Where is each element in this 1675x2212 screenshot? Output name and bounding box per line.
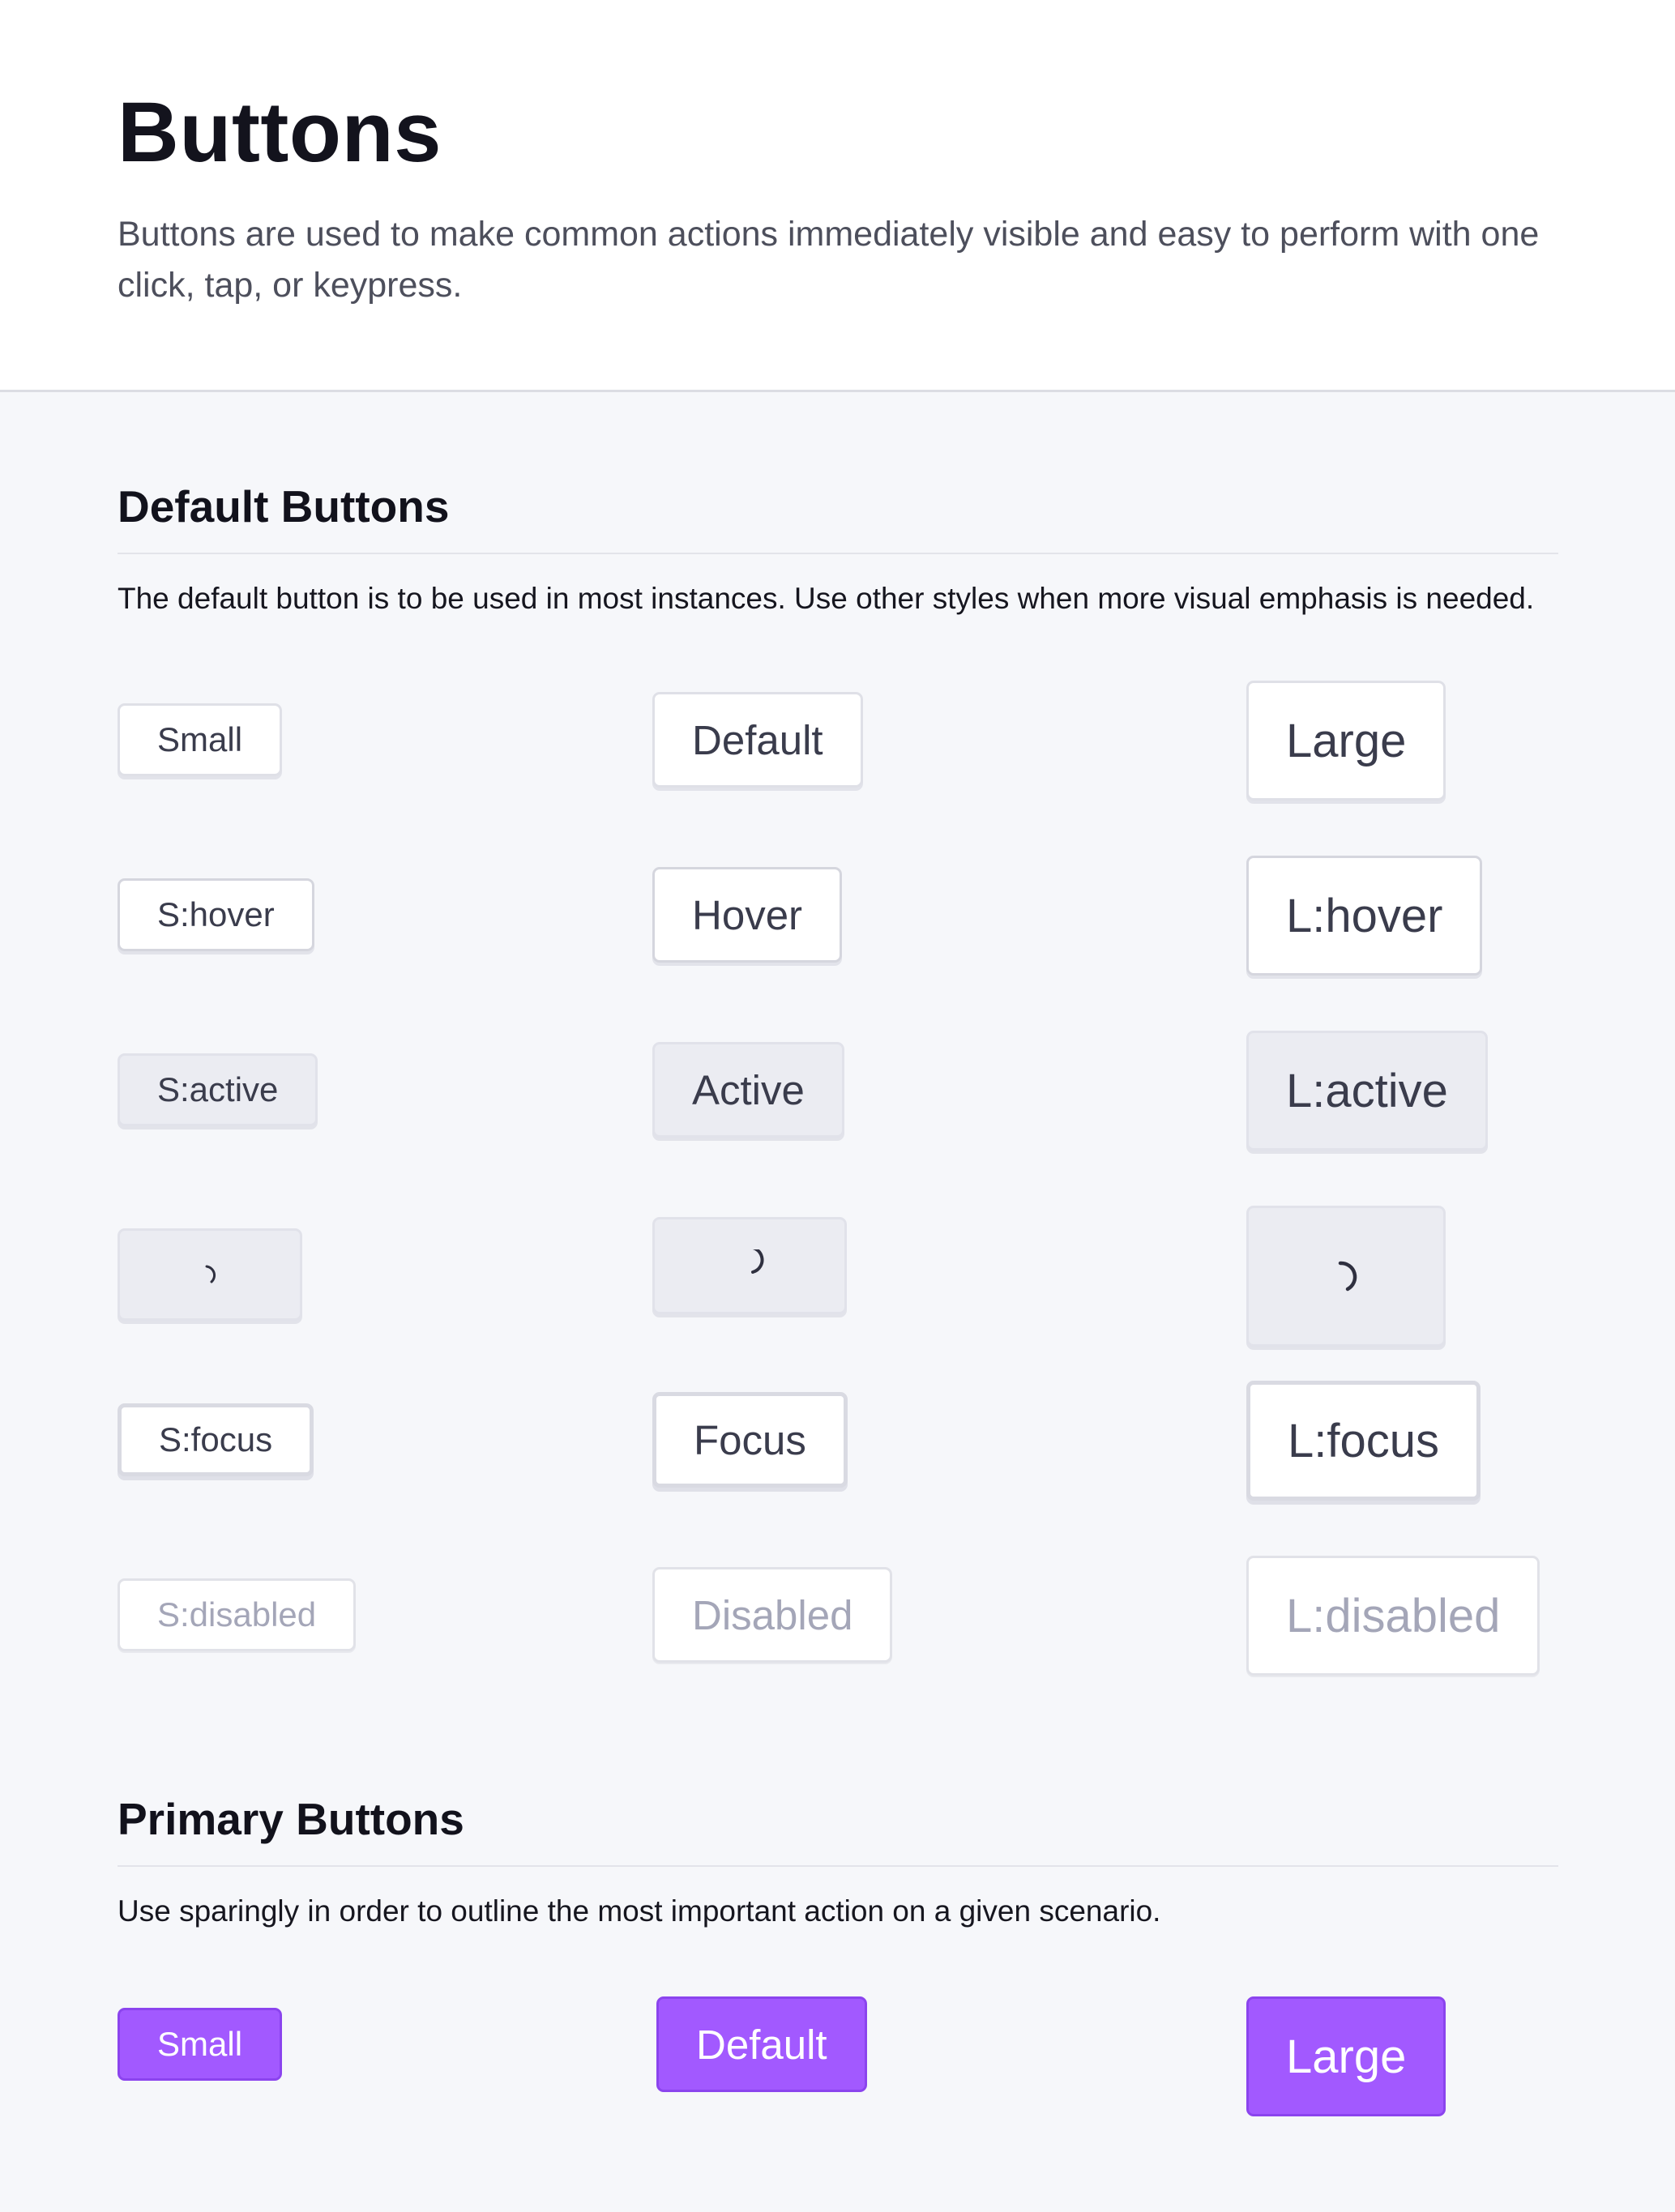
medium-primary-button[interactable]: Default xyxy=(656,1996,867,2092)
spinner-icon xyxy=(1338,1261,1357,1292)
main-content: Default Buttons The default button is to… xyxy=(0,392,1675,2116)
default-buttons-grid: Small Default Large S:hover Hover L:hove… xyxy=(118,621,1558,1755)
medium-default-button[interactable]: Default xyxy=(652,692,863,788)
section-description-primary: Use sparingly in order to outline the mo… xyxy=(118,1894,1161,1928)
small-active-button[interactable]: S:active xyxy=(118,1053,318,1126)
section-description-default: The default button is to be used in most… xyxy=(118,582,1535,615)
large-disabled-button: L:disabled xyxy=(1246,1556,1540,1676)
small-disabled-button: S:disabled xyxy=(118,1578,357,1651)
large-hover-button[interactable]: L:hover xyxy=(1246,856,1483,976)
small-loading-button[interactable] xyxy=(118,1228,302,1321)
large-focus-button[interactable]: L:focus xyxy=(1246,1381,1481,1501)
medium-focus-button[interactable]: Focus xyxy=(652,1392,848,1488)
large-primary-button[interactable]: Large xyxy=(1246,1996,1446,2116)
small-primary-button[interactable]: Small xyxy=(118,2008,283,2081)
small-hover-button[interactable]: S:hover xyxy=(118,878,314,951)
primary-buttons-section: Primary Buttons Use sparingly in order t… xyxy=(118,1755,1558,2116)
page-header: Buttons Buttons are used to make common … xyxy=(0,0,1675,392)
large-active-button[interactable]: L:active xyxy=(1246,1031,1488,1151)
medium-hover-button[interactable]: Hover xyxy=(652,867,843,963)
small-focus-button[interactable]: S:focus xyxy=(118,1403,314,1476)
section-divider xyxy=(118,1865,1558,1867)
section-divider xyxy=(118,553,1558,554)
medium-active-button[interactable]: Active xyxy=(652,1042,844,1138)
page-subtitle: Buttons are used to make common actions … xyxy=(118,215,1540,305)
section-title-default: Default Buttons xyxy=(118,481,450,532)
section-title-primary: Primary Buttons xyxy=(118,1794,464,1844)
primary-buttons-grid: Small Default Large xyxy=(118,1933,1558,2116)
small-default-button[interactable]: Small xyxy=(118,703,283,776)
page-title: Buttons xyxy=(118,85,442,180)
spinner-icon xyxy=(746,1249,764,1274)
medium-disabled-button: Disabled xyxy=(652,1567,893,1663)
large-loading-button[interactable] xyxy=(1246,1206,1446,1347)
default-buttons-section: Default Buttons The default button is to… xyxy=(118,392,1558,1755)
spinner-icon xyxy=(205,1265,216,1283)
large-default-button[interactable]: Large xyxy=(1246,681,1446,801)
medium-loading-button[interactable] xyxy=(652,1217,847,1314)
